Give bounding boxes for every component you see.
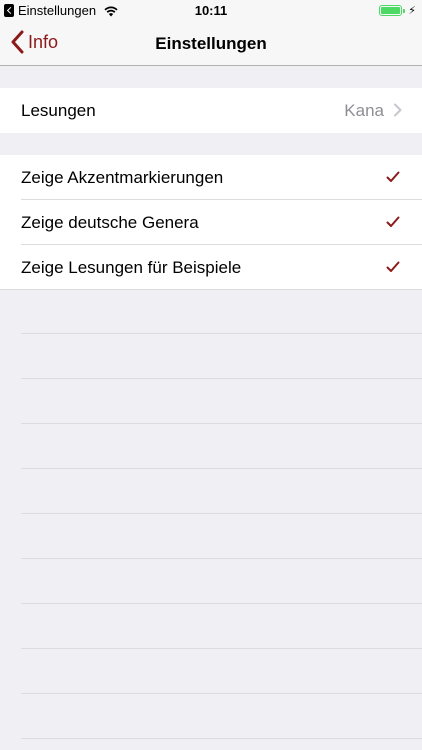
- page-title: Einstellungen: [155, 34, 267, 53]
- status-battery-group: ⚡: [379, 4, 416, 17]
- empty-row-separator: [21, 558, 422, 559]
- option-label: Zeige Lesungen für Beispiele: [21, 257, 242, 277]
- readings-cell[interactable]: Lesungen Kana: [0, 88, 422, 133]
- option-accent-marks[interactable]: Zeige Akzentmarkierungen: [0, 155, 422, 200]
- checkmark-icon: [386, 261, 400, 272]
- checkmark-icon: [386, 171, 400, 182]
- empty-row-separator: [21, 603, 422, 604]
- options-group: Zeige Akzentmarkierungen Zeige deutsche …: [0, 155, 422, 290]
- reading-group: Lesungen Kana: [0, 88, 422, 133]
- chevron-right-icon: [394, 103, 402, 117]
- checkmark-icon: [386, 216, 400, 227]
- readings-value: Kana: [344, 100, 384, 120]
- navigation-bar: Info Einstellungen: [0, 22, 422, 66]
- bolt-icon: ⚡: [408, 5, 416, 17]
- empty-row-separator: [21, 378, 422, 379]
- empty-row-separator: [21, 468, 422, 469]
- battery-icon: [379, 5, 403, 16]
- empty-row-separator: [21, 738, 422, 739]
- option-german-genders[interactable]: Zeige deutsche Genera: [0, 200, 422, 245]
- status-bar: Einstellungen 10:11 ⚡: [0, 0, 422, 22]
- readings-label: Lesungen: [21, 100, 96, 120]
- status-time: 10:11: [194, 3, 228, 18]
- empty-row-separator: [21, 423, 422, 424]
- option-readings-for-examples[interactable]: Zeige Lesungen für Beispiele: [0, 245, 422, 290]
- battery-tip: [403, 8, 406, 13]
- empty-row-separator: [21, 333, 422, 334]
- empty-row-separator: [21, 693, 422, 694]
- empty-row-separator: [21, 513, 422, 514]
- option-label: Zeige deutsche Genera: [21, 212, 199, 232]
- option-label: Zeige Akzentmarkierungen: [21, 167, 224, 187]
- empty-row-separator: [21, 648, 422, 649]
- empty-table-area: [0, 289, 422, 750]
- battery-fill: [381, 7, 401, 14]
